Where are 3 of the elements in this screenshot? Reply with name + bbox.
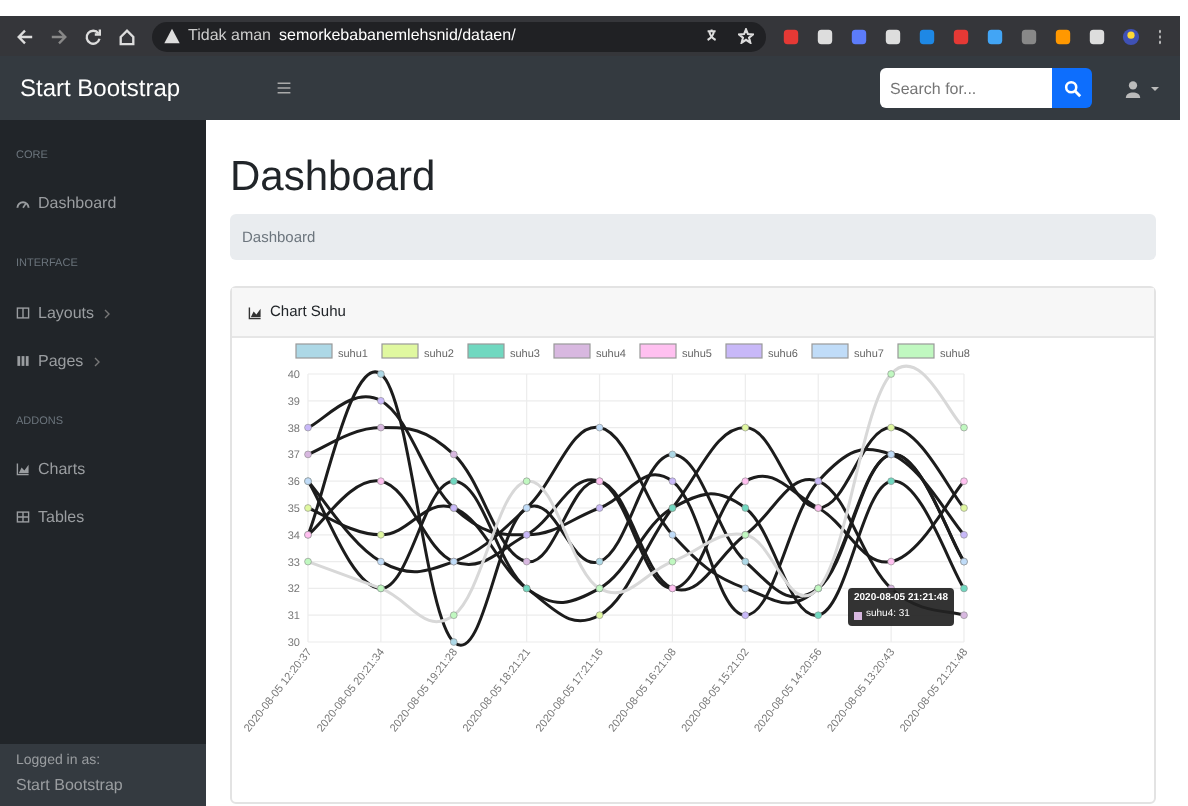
security-label: Tidak aman <box>188 24 271 48</box>
page-title: Dashboard <box>230 152 438 203</box>
footer-name: Start Bootstrap <box>16 773 125 797</box>
